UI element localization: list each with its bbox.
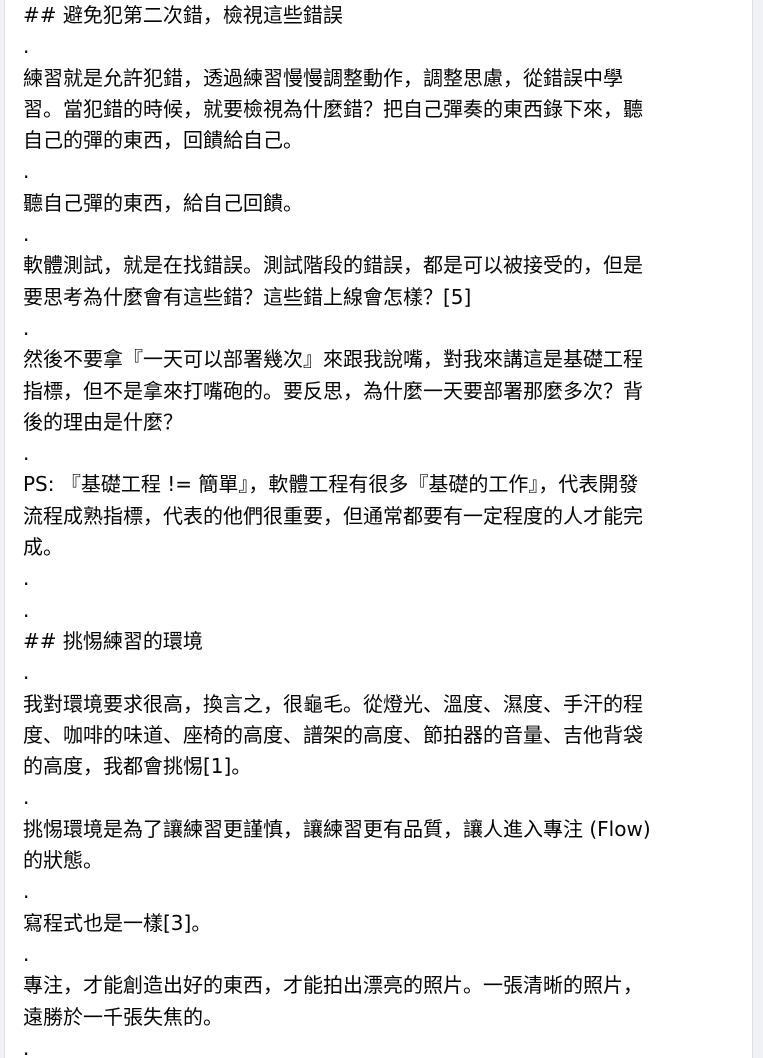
paragraph-line: 專注，才能創造出好的東西，才能拍出漂亮的照片。一張清晰的照片， [23,973,643,998]
spacer-dot: . [23,941,30,966]
spacer-dot: . [23,879,30,904]
paragraph-line: 然後不要拿『一天可以部署幾次』來跟我說嘴，對我來講這是基礎工程 [23,347,643,372]
paragraph-line: 寫程式也是一樣[3]。 [23,910,212,935]
section-heading: ## 挑惕練習的環境 [23,628,203,653]
spacer-dot: . [23,222,30,247]
paragraph-line: 習。當犯錯的時候，就要檢視為什麼錯？把自己彈奏的東西錄下來，聽 [23,96,643,121]
paragraph-line: 要思考為什麼會有這些錯？這些錯上線會怎樣？[5] [23,284,472,309]
paragraph-line: 我對環境要求很高，換言之，很龜毛。從燈光、溫度、濕度、手汗的程 [23,691,643,716]
paragraph-line: 挑惕環境是為了讓練習更謹慎，讓練習更有品質，讓人進入專注 (Flow) [23,816,651,841]
section-heading: ## 避免犯第二次錯，檢視這些錯誤 [23,3,343,27]
spacer-dot: . [23,566,30,591]
spacer-dot: . [23,660,30,685]
spacer-dot: . [23,1035,30,1058]
paragraph-line: 後的理由是什麼？ [23,409,183,434]
spacer-dot: . [23,159,30,184]
post-card: ## 避免犯第二次錯，檢視這些錯誤 . 練習就是允許犯錯，透過練習慢慢調整動作，… [4,0,753,1058]
paragraph-line: 聽自己彈的東西，給自己回饋。 [23,190,303,215]
spacer-dot: . [23,597,30,622]
paragraph-line: 度、咖啡的味道、座椅的高度、譜架的高度、節拍器的音量、吉他背袋 [23,722,643,747]
paragraph-line: 練習就是允許犯錯，透過練習慢慢調整動作，調整思慮，從錯誤中學 [23,65,623,90]
paragraph-line: 自己的彈的東西，回饋給自己。 [23,128,303,153]
paragraph-line: 流程成熟指標，代表的他們很重要，但通常都要有一定程度的人才能完 [23,503,643,528]
paragraph-line: 指標，但不是拿來打嘴砲的。要反思，為什麼一天要部署那麼多次？背 [23,378,643,403]
paragraph-line: 軟體測試，就是在找錯誤。測試階段的錯誤，都是可以被接受的，但是 [23,253,643,278]
paragraph-line: 成。 [23,535,63,560]
paragraph-line: 遠勝於一千張失焦的。 [23,1004,223,1029]
spacer-dot: . [23,785,30,810]
spacer-dot: . [23,315,30,340]
spacer-dot: . [23,441,30,466]
spacer-dot: . [23,34,30,59]
paragraph-line: PS: 『基礎工程 != 簡單』，軟體工程有很多『基礎的工作』，代表開發 [23,472,639,497]
post-body: ## 避免犯第二次錯，檢視這些錯誤 . 練習就是允許犯錯，透過練習慢慢調整動作，… [23,0,723,1058]
paragraph-line: 的高度，我都會挑惕[1]。 [23,754,252,779]
paragraph-line: 的狀態。 [23,848,103,873]
